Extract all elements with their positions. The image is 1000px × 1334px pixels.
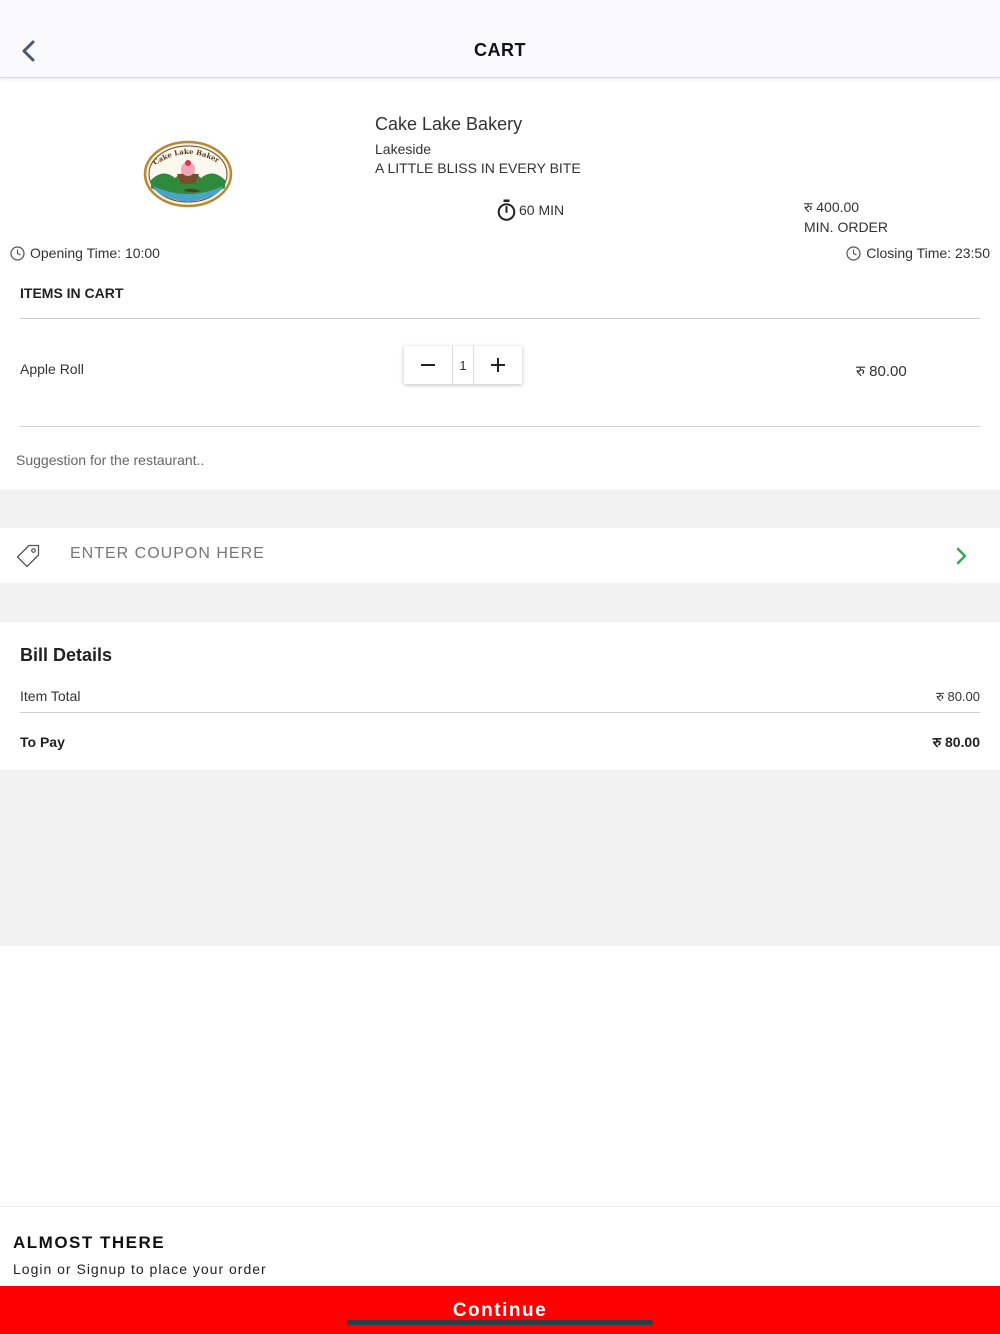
closing-time: Closing Time: 23:50	[846, 245, 990, 261]
page-title: CART	[474, 40, 526, 60]
to-pay-label: To Pay	[20, 734, 65, 750]
coupon-input[interactable]	[70, 545, 930, 563]
increase-quantity-button[interactable]	[474, 346, 522, 384]
restaurant-name: Cake Lake Bakery	[375, 114, 523, 134]
home-indicator	[347, 1320, 653, 1325]
quantity-stepper: 1	[404, 346, 522, 384]
login-prompt-title: ALMOST THERE	[13, 1233, 166, 1252]
stopwatch-icon	[497, 199, 516, 221]
closing-time-text: Closing Time: 23:50	[866, 245, 990, 261]
apply-coupon-button[interactable]	[950, 542, 974, 570]
login-prompt: ALMOST THERE Login or Signup to place yo…	[0, 1206, 1000, 1286]
min-order: रु 400.00 MIN. ORDER	[804, 197, 888, 237]
restaurant-logo: Cake Lake Bakery	[143, 140, 233, 208]
cart-section-title: ITEMS IN CART	[20, 285, 124, 301]
section-spacer	[0, 489, 1000, 528]
login-prompt-subtitle: Login or Signup to place your order	[13, 1261, 267, 1277]
min-order-value: रु 400.00	[804, 199, 860, 215]
item-total-label: Item Total	[20, 688, 81, 704]
opening-time-text: Opening Time: 10:00	[30, 245, 160, 261]
tag-icon	[16, 544, 40, 568]
chevron-right-icon	[956, 547, 967, 565]
cart-item-price: रु 80.00	[856, 363, 907, 380]
section-spacer	[0, 770, 1000, 946]
divider	[20, 712, 980, 713]
eta-text: 60 MIN	[519, 202, 565, 218]
coupon-bar	[0, 528, 1000, 583]
divider	[20, 426, 980, 427]
to-pay-value: रु 80.00	[932, 734, 980, 750]
clock-icon	[846, 245, 861, 261]
delivery-eta: 60 MIN	[497, 199, 564, 221]
clock-icon	[10, 245, 25, 261]
bill-details: Bill Details Item Total रु 80.00 To Pay …	[0, 622, 1000, 770]
min-order-label: MIN. ORDER	[804, 219, 888, 235]
minus-icon	[421, 364, 435, 366]
section-spacer	[0, 583, 1000, 622]
item-total-value: रु 80.00	[936, 689, 980, 704]
opening-time: Opening Time: 10:00	[10, 245, 160, 261]
divider	[20, 318, 980, 319]
decrease-quantity-button[interactable]	[404, 346, 452, 384]
cart-item-name: Apple Roll	[20, 361, 84, 377]
continue-button[interactable]: Continue	[0, 1286, 1000, 1334]
restaurant-tagline: A LITTLE BLISS IN EVERY BITE	[375, 160, 581, 176]
suggestion-input[interactable]	[16, 452, 976, 468]
quantity-value: 1	[452, 346, 474, 384]
top-bar: CART	[0, 0, 1000, 78]
restaurant-location: Lakeside	[375, 141, 432, 157]
plus-icon	[491, 358, 505, 372]
bill-title: Bill Details	[20, 645, 113, 665]
